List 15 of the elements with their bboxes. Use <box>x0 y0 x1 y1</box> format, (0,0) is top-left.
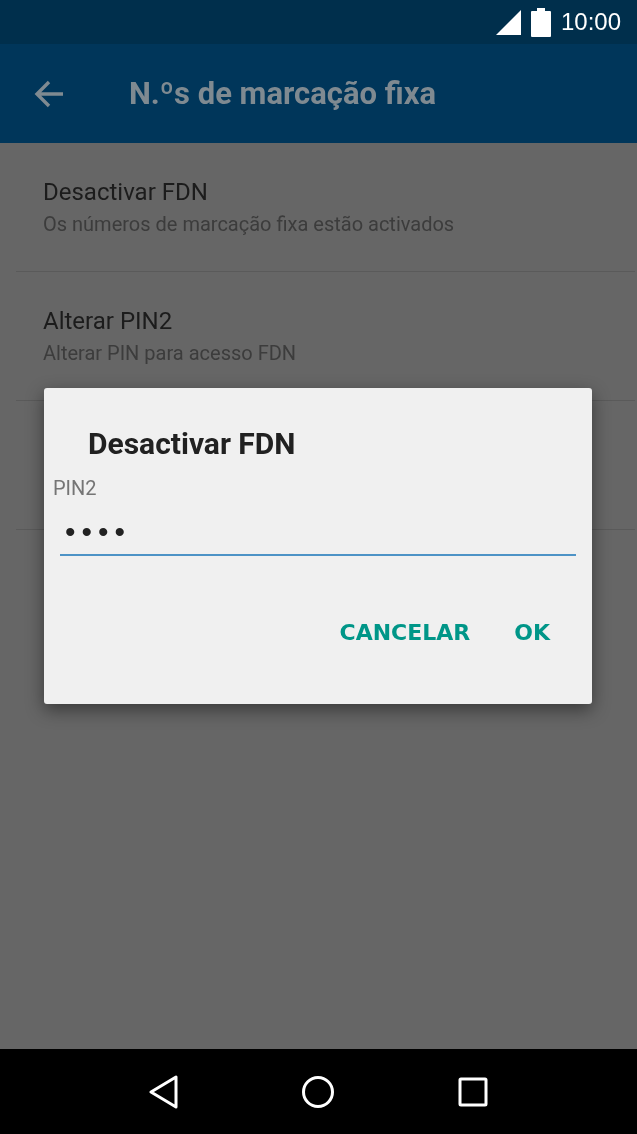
back-arrow-icon[interactable] <box>34 79 64 108</box>
pin-input-field[interactable]: •••• <box>60 510 576 556</box>
dialog-title: Desactivar FDN <box>88 426 297 461</box>
cancel-button[interactable]: CANCELAR <box>331 616 479 649</box>
back-icon[interactable] <box>149 1074 180 1109</box>
clock: 10:00 <box>560 8 621 36</box>
ok-button[interactable]: OK <box>506 616 558 649</box>
recents-icon[interactable] <box>457 1076 488 1107</box>
field-label: PIN2 <box>53 476 97 500</box>
preference-title: Desactivar FDN <box>43 178 209 206</box>
preference-title: Alterar PIN2 <box>43 307 174 335</box>
signal-icon <box>495 9 521 35</box>
home-icon[interactable] <box>301 1074 336 1109</box>
toolbar-title: N.ºs de marcação fixa <box>129 75 437 112</box>
battery-icon <box>530 7 551 37</box>
